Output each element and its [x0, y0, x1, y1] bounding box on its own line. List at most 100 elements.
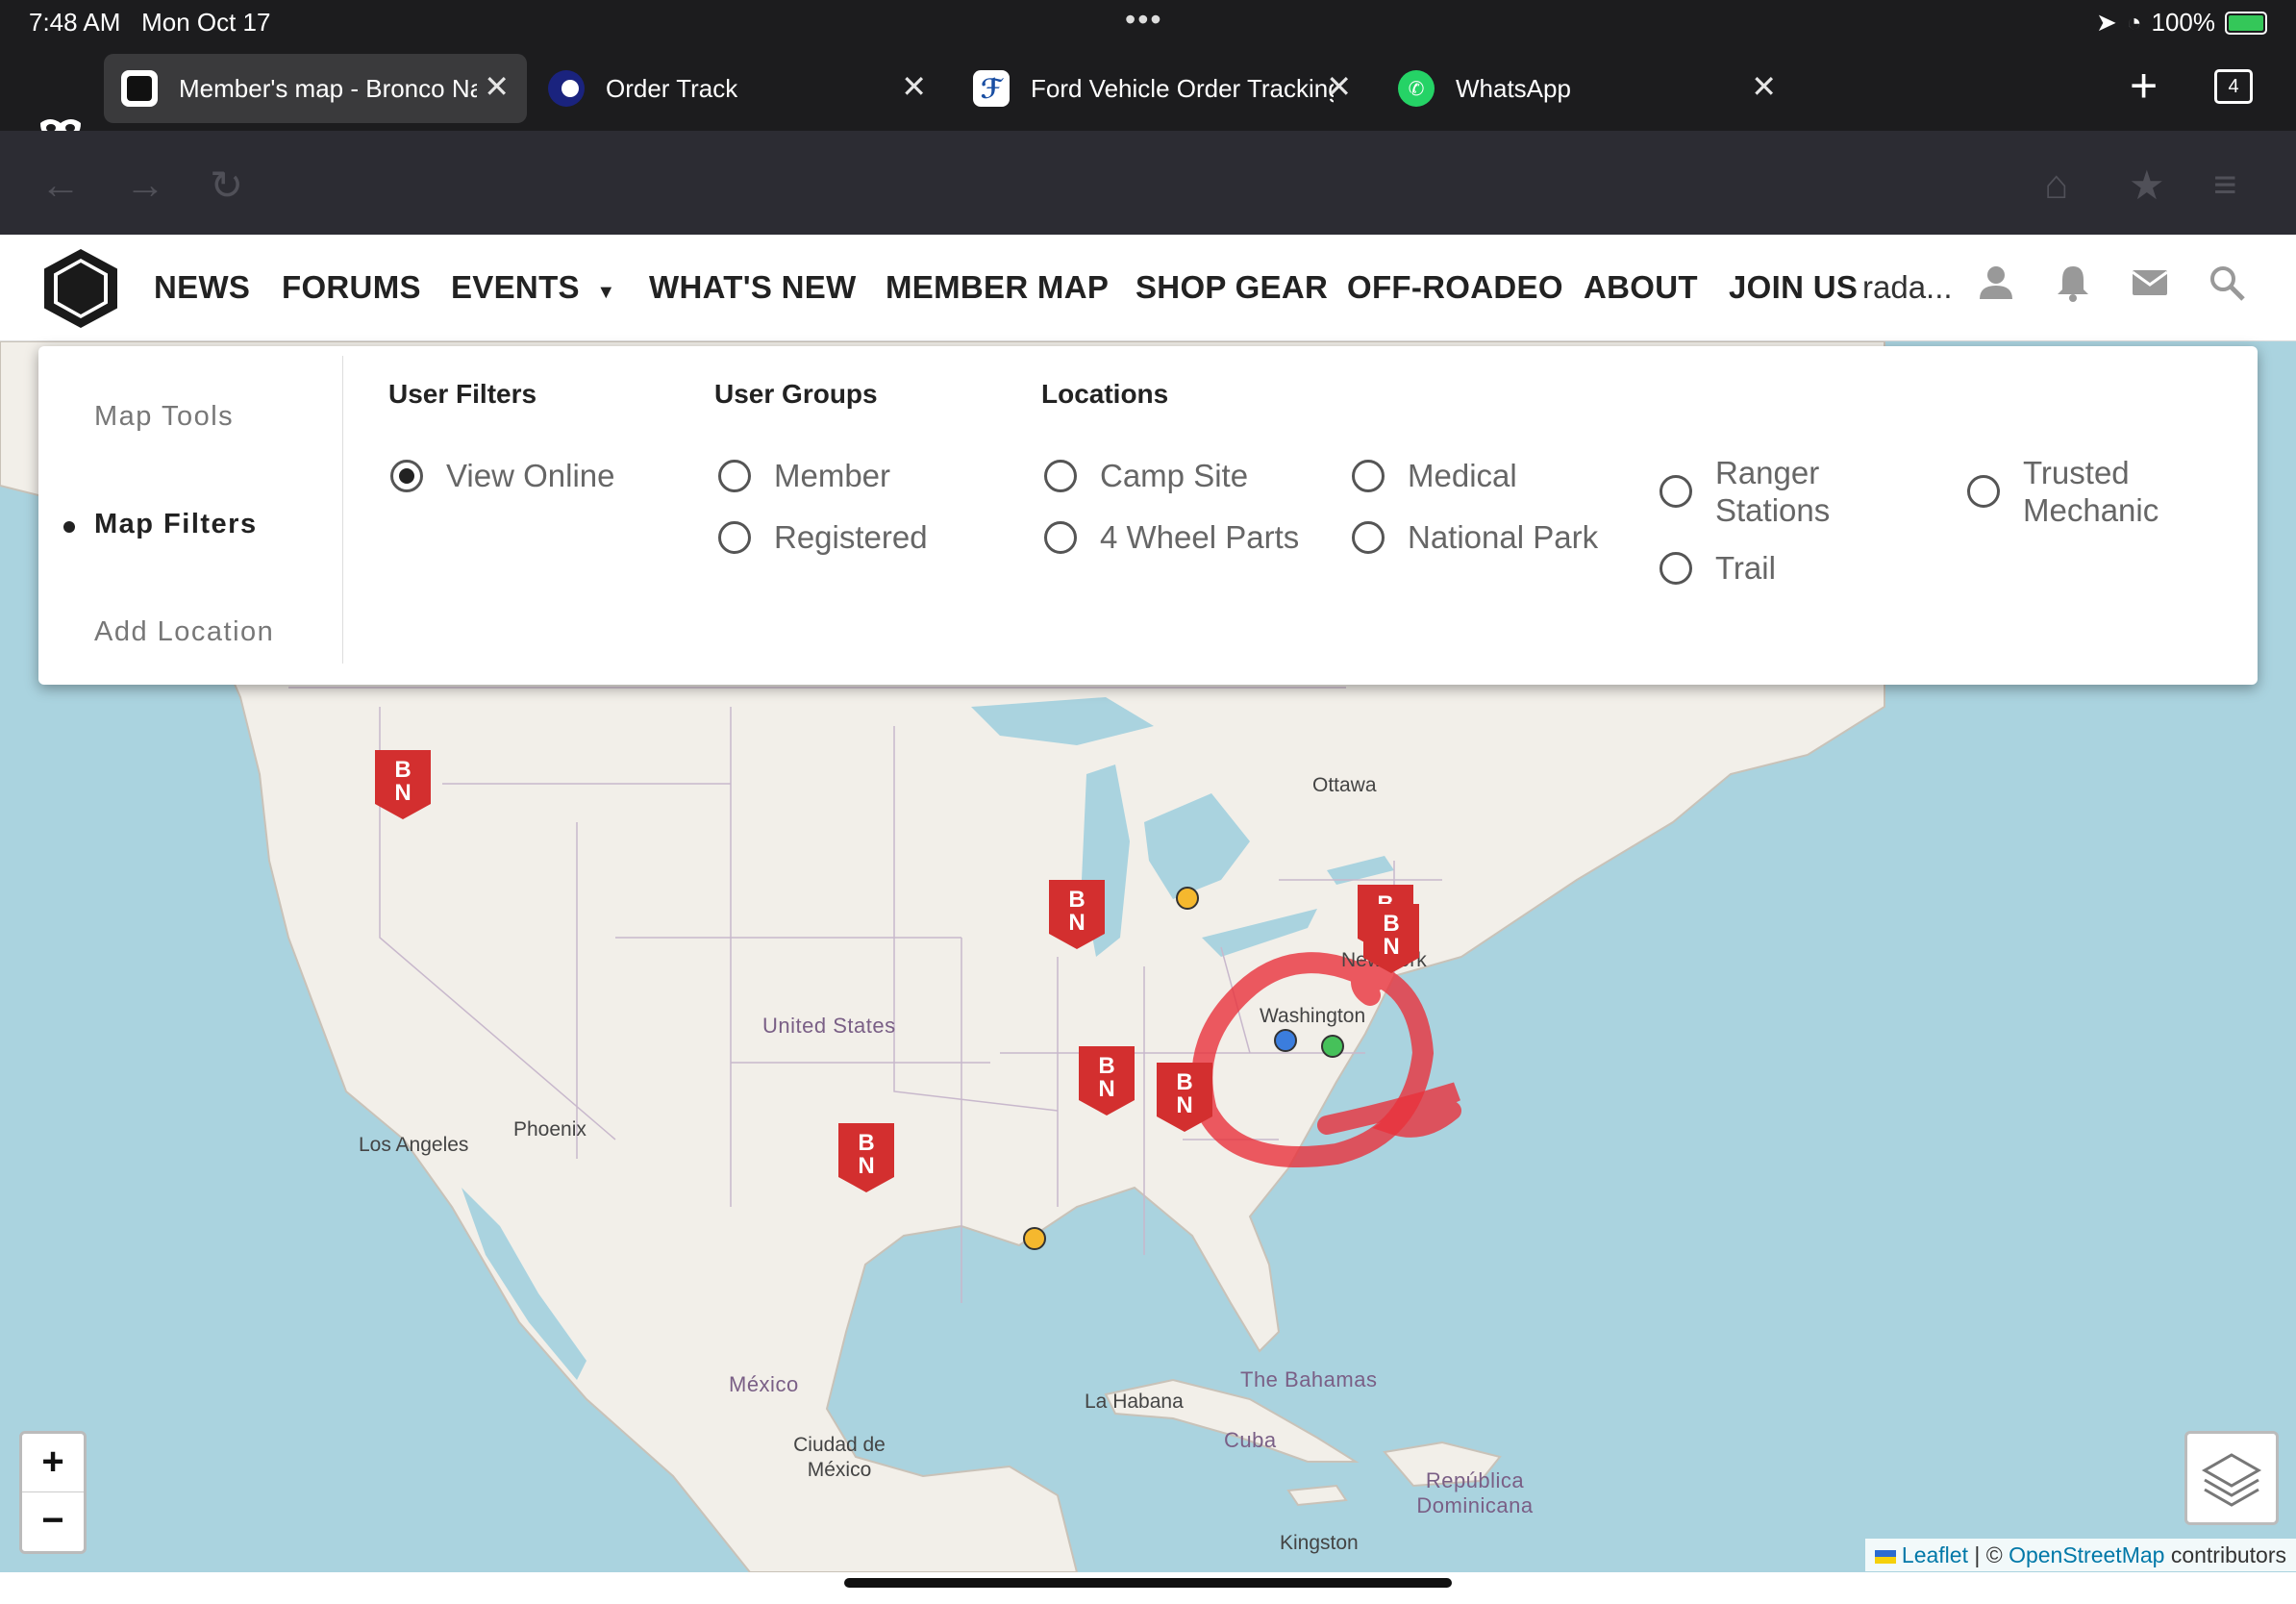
nav-about[interactable]: ABOUT [1584, 269, 1698, 306]
active-bullet [63, 521, 75, 533]
radio-icon[interactable] [1044, 521, 1077, 554]
city-label-la-habana: La Habana [1085, 1391, 1184, 1413]
tab-whatsapp[interactable]: ✆ WhatsApp ✕ [1381, 54, 1794, 123]
site-nav: NEWS FORUMS EVENTS ▼ WHAT'S NEW MEMBER M… [0, 235, 2296, 341]
radio-icon[interactable] [1044, 460, 1077, 492]
map-marker-bn[interactable]: BN [838, 1123, 894, 1192]
home-icon[interactable]: ⌂ [2044, 162, 2068, 208]
new-tab-icon[interactable]: + [2130, 62, 2158, 110]
filter-trusted-mechanic[interactable]: Trusted Mechanic [1967, 454, 2169, 529]
home-indicator[interactable] [844, 1578, 1452, 1588]
radio-icon[interactable] [1660, 552, 1692, 585]
member-dot-orange[interactable] [1176, 887, 1199, 910]
member-dot-green[interactable] [1321, 1035, 1344, 1058]
bronco-nation-logo[interactable] [44, 249, 117, 328]
sidebar-item-map-tools[interactable]: Map Tools [94, 401, 234, 433]
openstreetmap-link[interactable]: OpenStreetMap [2009, 1542, 2164, 1567]
nav-shop-gear[interactable]: SHOP GEAR [1136, 269, 1328, 306]
radio-icon[interactable] [1352, 521, 1385, 554]
marker-label: N [1383, 934, 1399, 960]
map-marker-bn[interactable]: BN [1049, 880, 1105, 949]
locations-heading: Locations [1041, 379, 1169, 409]
user-icon[interactable] [1977, 263, 2015, 302]
tab-title: WhatsApp [1456, 73, 1571, 103]
marker-label: B [858, 1130, 874, 1156]
close-tab-icon[interactable]: ✕ [1751, 71, 1777, 102]
sidebar-item-add-location[interactable]: Add Location [94, 616, 274, 648]
username-link[interactable]: rada... [1862, 269, 1953, 306]
map-marker-bn[interactable]: BN [375, 750, 431, 819]
nav-forums[interactable]: FORUMS [282, 269, 421, 306]
whatsapp-favicon: ✆ [1398, 70, 1435, 107]
radio-icon[interactable] [1660, 475, 1692, 508]
nav-member-map[interactable]: MEMBER MAP [886, 269, 1109, 306]
tab-count-button[interactable]: 4 [2214, 69, 2253, 104]
member-dot-orange[interactable] [1023, 1227, 1046, 1250]
member-dot-blue[interactable] [1274, 1029, 1297, 1052]
status-bar: 7:48 AM Mon Oct 17 ••• ➤ ◔ 100% [0, 0, 2296, 48]
location-icon: ➤ [2095, 8, 2117, 37]
close-tab-icon[interactable]: ✕ [1326, 71, 1352, 102]
city-label-kingston: Kingston [1280, 1532, 1359, 1554]
filter-member[interactable]: Member [718, 458, 890, 494]
bookmark-icon[interactable]: ★ [2129, 162, 2165, 209]
filter-4-wheel-parts[interactable]: 4 Wheel Parts [1044, 519, 1299, 556]
country-label-united-states: United States [762, 1014, 896, 1038]
filter-ranger-stations[interactable]: Ranger Stations [1660, 454, 1842, 529]
ford-favicon: ℱ [973, 70, 1010, 107]
mail-icon[interactable] [2131, 263, 2169, 302]
radio-icon[interactable] [718, 460, 751, 492]
city-label-washington: Washington [1260, 1005, 1366, 1027]
ukraine-flag-icon [1874, 1549, 1896, 1564]
leaflet-link[interactable]: Leaflet [1902, 1542, 1968, 1567]
filter-camp-site[interactable]: Camp Site [1044, 458, 1248, 494]
map-filter-panel: Map Tools Map Filters Add Location User … [38, 346, 2258, 685]
marker-label: N [1098, 1076, 1114, 1102]
reload-icon[interactable]: ↻ [210, 162, 243, 209]
close-tab-icon[interactable]: ✕ [901, 71, 927, 102]
filter-national-park[interactable]: National Park [1352, 519, 1598, 556]
nav-off-roadeo[interactable]: OFF-ROADEO [1347, 269, 1563, 306]
tab-members-map[interactable]: Member's map - Bronco Na ✕ [104, 54, 527, 123]
nav-whats-new[interactable]: WHAT'S NEW [649, 269, 857, 306]
back-icon[interactable]: ← [40, 162, 81, 208]
marker-label: B [1383, 911, 1399, 937]
panel-sidebar: Map Tools Map Filters Add Location [38, 356, 343, 664]
wifi-icon: ◔ [2126, 8, 2142, 37]
map-marker-bn[interactable]: BN [1157, 1063, 1212, 1132]
zoom-out-button[interactable]: − [22, 1492, 84, 1550]
tab-title: Ford Vehicle Order Tracking [1031, 73, 1334, 103]
radio-icon[interactable] [1967, 475, 2000, 508]
nav-join-us[interactable]: JOIN US [1729, 269, 1858, 306]
nav-events[interactable]: EVENTS ▼ [451, 269, 615, 306]
tab-strip: Member's map - Bronco Na ✕ Order Track ✕… [0, 48, 2296, 137]
filter-trail[interactable]: Trail [1660, 550, 1776, 587]
marker-label: B [1068, 887, 1085, 913]
menu-icon[interactable]: ≡ [2213, 162, 2237, 208]
battery-percent: 100% [2151, 8, 2216, 37]
multitasking-dots-icon[interactable]: ••• [1125, 2, 1163, 38]
bell-icon[interactable] [2054, 263, 2092, 302]
radio-icon[interactable] [1352, 460, 1385, 492]
filter-medical[interactable]: Medical [1352, 458, 1517, 494]
filter-registered[interactable]: Registered [718, 519, 928, 556]
radio-icon[interactable] [718, 521, 751, 554]
filter-view-online[interactable]: View Online [390, 458, 615, 494]
battery-icon [2225, 11, 2267, 35]
forward-icon[interactable]: → [125, 162, 165, 208]
tab-ford-tracking[interactable]: ℱ Ford Vehicle Order Tracking ✕ [956, 54, 1369, 123]
sidebar-item-map-filters[interactable]: Map Filters [94, 509, 258, 540]
map-marker-bn[interactable]: BN [1079, 1046, 1135, 1115]
tab-title: Order Track [606, 73, 738, 103]
close-tab-icon[interactable]: ✕ [484, 71, 510, 102]
map-marker-bn[interactable]: BN [1363, 904, 1419, 973]
layers-button[interactable] [2184, 1431, 2279, 1525]
user-groups-heading: User Groups [714, 379, 878, 409]
zoom-in-button[interactable]: + [22, 1434, 84, 1492]
bronco-nation-favicon [121, 70, 158, 107]
nav-news[interactable]: NEWS [154, 269, 250, 306]
tab-order-track[interactable]: Order Track ✕ [531, 54, 944, 123]
search-icon[interactable] [2208, 263, 2246, 302]
radio-selected-icon[interactable] [390, 460, 423, 492]
moon-favicon [548, 70, 585, 107]
